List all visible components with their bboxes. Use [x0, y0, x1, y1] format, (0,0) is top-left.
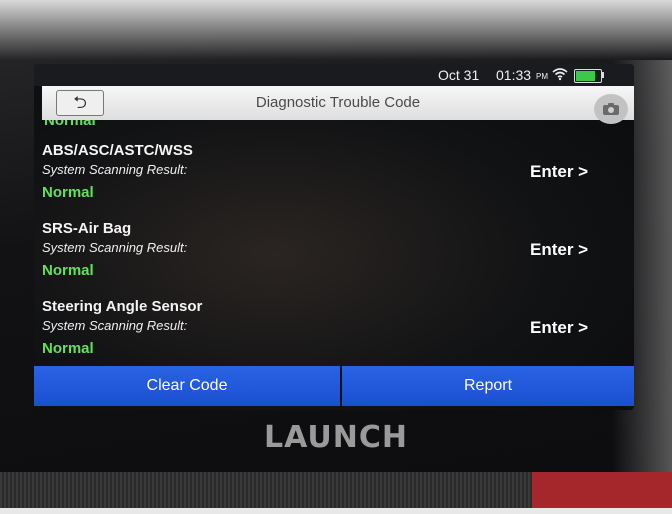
- battery-fill: [576, 71, 595, 81]
- brand-logo: LAUNCH: [263, 420, 408, 455]
- report-button[interactable]: Report: [342, 366, 634, 406]
- status-date: Oct 31: [438, 67, 480, 83]
- camera-icon[interactable]: [594, 94, 628, 124]
- system-name: SRS-Air Bag: [42, 220, 132, 237]
- system-list: Normal ABS/ASC/ASTC/WSS System Scanning …: [34, 120, 634, 362]
- scan-label: System Scanning Result:: [42, 318, 188, 333]
- scan-label: System Scanning Result:: [42, 240, 188, 255]
- scan-result: Normal: [42, 340, 94, 357]
- system-name: Steering Angle Sensor: [42, 298, 203, 315]
- list-item-steering-angle[interactable]: Steering Angle Sensor System Scanning Re…: [34, 298, 634, 362]
- system-name: ABS/ASC/ASTC/WSS: [42, 142, 193, 159]
- status-ampm: PM: [536, 72, 548, 81]
- list-item-srs-airbag[interactable]: SRS-Air Bag System Scanning Result: Norm…: [34, 220, 634, 298]
- partial-result-normal: Normal: [44, 120, 96, 129]
- status-time: 01:33: [496, 67, 532, 83]
- battery-tip: [601, 72, 604, 78]
- bottom-strip: [0, 508, 672, 514]
- wifi-icon: [552, 67, 568, 84]
- scan-label: System Scanning Result:: [42, 162, 188, 177]
- bottom-action-bar: Clear Code Report: [34, 362, 634, 408]
- top-glare: [0, 0, 672, 60]
- scan-result: Normal: [42, 262, 94, 279]
- list-item-abs[interactable]: ABS/ASC/ASTC/WSS System Scanning Result:…: [34, 142, 634, 220]
- battery-icon: [574, 69, 602, 83]
- enter-button-steering[interactable]: Enter >: [530, 318, 588, 338]
- status-bar: Oct 31 01:33 PM: [34, 64, 634, 86]
- enter-button-srs[interactable]: Enter >: [530, 240, 588, 260]
- device-screen: Oct 31 01:33 PM ⮌ Diagnostic Trouble Cod…: [34, 64, 634, 410]
- scan-result: Normal: [42, 184, 94, 201]
- title-bar: ⮌ Diagnostic Trouble Code: [42, 86, 634, 120]
- enter-button-abs[interactable]: Enter >: [530, 162, 588, 182]
- clear-code-button[interactable]: Clear Code: [34, 366, 340, 406]
- page-title: Diagnostic Trouble Code: [255, 94, 421, 111]
